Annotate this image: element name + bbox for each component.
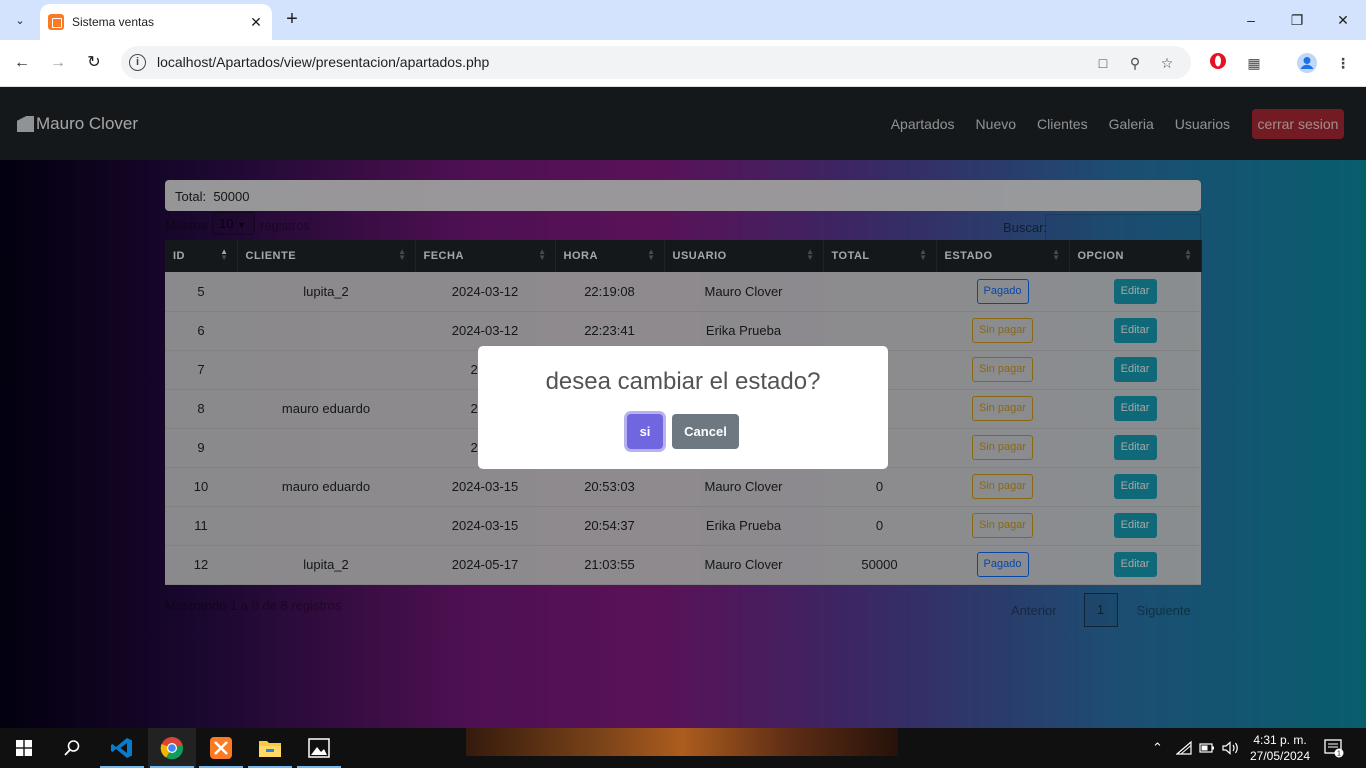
notification-count: 1 bbox=[1337, 751, 1341, 758]
new-tab-plus-icon[interactable]: + bbox=[282, 8, 302, 32]
file-explorer-icon[interactable] bbox=[246, 728, 294, 768]
confirm-dialog: desea cambiar el estado? si Cancel bbox=[478, 346, 888, 469]
photos-icon[interactable] bbox=[295, 728, 343, 768]
forward-arrow-icon[interactable]: → bbox=[46, 51, 70, 75]
profile-avatar-icon[interactable] bbox=[1296, 52, 1318, 74]
chrome-icon[interactable] bbox=[148, 728, 196, 768]
address-bar[interactable]: i localhost/Apartados/view/presentacion/… bbox=[121, 46, 1191, 79]
clock-date: 27/05/2024 bbox=[1249, 749, 1311, 763]
tab-search-chevron-icon[interactable]: ⌄ bbox=[8, 8, 32, 32]
volume-icon[interactable] bbox=[1222, 728, 1240, 768]
start-icon[interactable] bbox=[0, 728, 48, 768]
battery-icon[interactable] bbox=[1199, 728, 1215, 768]
cancel-button[interactable]: Cancel bbox=[672, 414, 739, 449]
xampp-icon[interactable] bbox=[197, 728, 245, 768]
notification-center-icon[interactable]: 1 bbox=[1324, 728, 1344, 768]
tray-chevron-up-icon[interactable]: ⌃ bbox=[1152, 728, 1163, 768]
dialog-title: desea cambiar el estado? bbox=[545, 368, 821, 395]
site-info-icon[interactable]: i bbox=[129, 54, 146, 71]
bookmark-star-icon[interactable]: ☆ bbox=[1157, 53, 1177, 73]
xampp-favicon-icon bbox=[48, 14, 64, 30]
minimize-icon[interactable]: – bbox=[1239, 8, 1263, 32]
windows-taskbar: ⌃ 4:31 p. m. 27/05/2024 1 bbox=[0, 728, 1366, 768]
clock-time: 4:31 p. m. bbox=[1253, 733, 1307, 747]
url-text[interactable]: localhost/Apartados/view/presentacion/ap… bbox=[157, 54, 489, 70]
browser-tab[interactable]: Sistema ventas ✕ bbox=[40, 4, 272, 40]
system-clock[interactable]: 4:31 p. m. 27/05/2024 bbox=[1247, 732, 1313, 764]
wallpaper-strip bbox=[466, 728, 898, 756]
browser-menu-icon[interactable]: ⋮ bbox=[1332, 52, 1354, 74]
confirm-button[interactable]: si bbox=[627, 414, 663, 449]
browser-tab-bar: ⌄ Sistema ventas ✕ + – ❐ ✕ bbox=[0, 0, 1366, 40]
vscode-icon[interactable] bbox=[98, 728, 146, 768]
zoom-icon[interactable]: ⚲ bbox=[1125, 53, 1145, 73]
close-window-icon[interactable]: ✕ bbox=[1331, 8, 1355, 32]
network-icon[interactable] bbox=[1176, 728, 1192, 768]
translate-icon[interactable]: □ bbox=[1093, 53, 1113, 73]
back-arrow-icon[interactable]: ← bbox=[10, 51, 34, 75]
opera-extension-icon[interactable] bbox=[1207, 52, 1229, 74]
restore-icon[interactable]: ❐ bbox=[1285, 8, 1309, 32]
reload-icon[interactable]: ↻ bbox=[82, 51, 106, 75]
extensions-puzzle-icon[interactable]: ▦ bbox=[1243, 52, 1265, 74]
tab-title: Sistema ventas bbox=[72, 15, 155, 29]
tab-close-icon[interactable]: ✕ bbox=[248, 14, 264, 31]
browser-toolbar: ← → ↻ i localhost/Apartados/view/present… bbox=[0, 40, 1366, 87]
search-icon[interactable] bbox=[48, 728, 96, 768]
